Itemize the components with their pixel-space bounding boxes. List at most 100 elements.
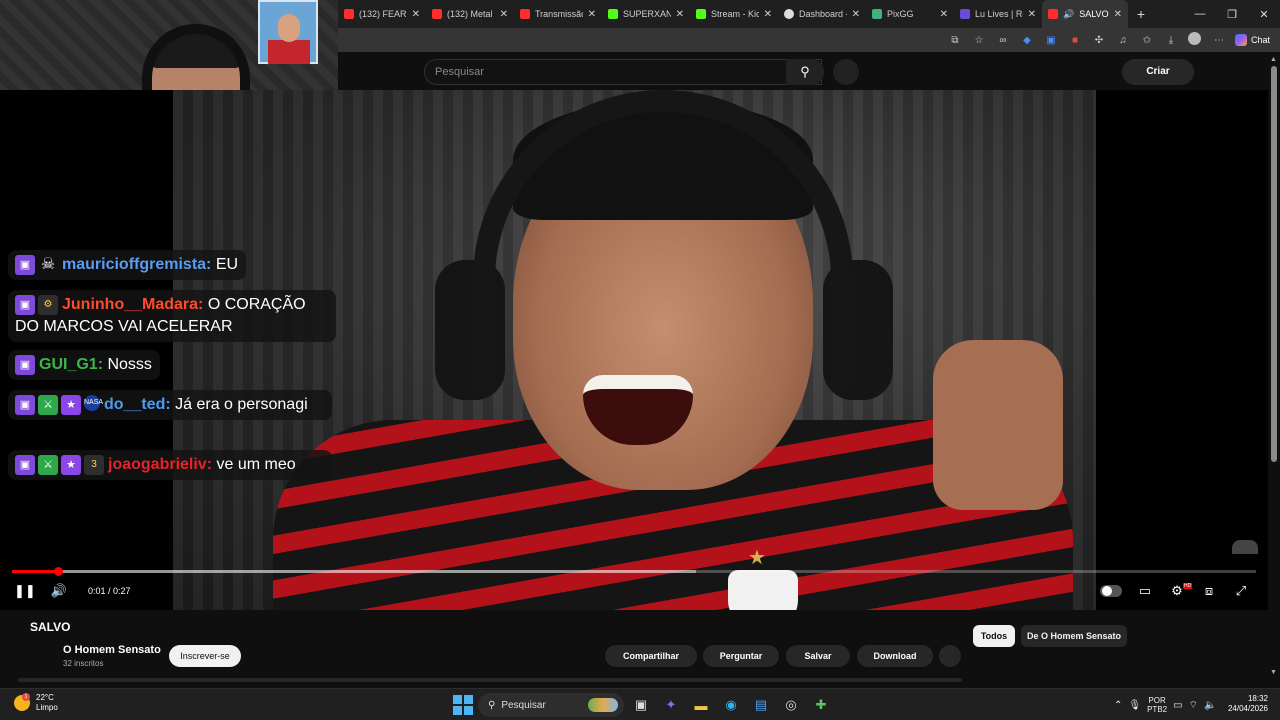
volume-button[interactable]: 🔊	[48, 580, 70, 602]
miniplayer-button[interactable]: ⧈	[1197, 580, 1221, 602]
channel-watermark[interactable]	[1232, 540, 1258, 554]
share-button[interactable]: Compartilhar	[605, 645, 697, 667]
save-button[interactable]: Salvar	[786, 645, 850, 667]
pause-button[interactable]: ❚❚	[14, 580, 36, 602]
task-view-icon[interactable]: ▣	[628, 693, 654, 717]
video-progress-bar[interactable]	[12, 567, 1256, 576]
subscribe-button[interactable]: Inscrever-se	[169, 645, 241, 667]
close-window-button[interactable]: ✕	[1248, 8, 1280, 21]
weather-widget[interactable]: 1 22°C Limpo	[14, 693, 58, 713]
more-options-icon[interactable]: ⋯	[1207, 35, 1231, 46]
microphone-icon[interactable]: 🎙	[1128, 700, 1141, 711]
browser-toolbar: ⧉ ☆ ∞ ◆ ▣ ■ ✣ ♫ ✩ ⤓ ⋯ Chat	[338, 28, 1280, 52]
sub-months-badge-icon: 3	[84, 454, 104, 475]
browser-tab[interactable]: Dashboard - L ✕	[778, 0, 866, 28]
voice-search-button[interactable]	[833, 59, 859, 85]
browser-tab[interactable]: Lu Lives | Rea ✕	[954, 0, 1042, 28]
chat-username: GUI_G1	[39, 356, 98, 373]
kick-favicon-icon	[696, 9, 706, 19]
youtube-header: Pesquisar ⚲ Criar	[338, 52, 1280, 90]
search-button[interactable]: ⚲	[786, 59, 824, 85]
close-tab-icon[interactable]: ✕	[500, 9, 508, 20]
scroll-down-icon[interactable]: ▼	[1270, 669, 1277, 676]
chat-username: mauricioffgremista	[62, 256, 207, 273]
close-tab-icon[interactable]: ✕	[412, 9, 420, 20]
channel-name[interactable]: O Homem Sensato	[63, 644, 161, 656]
tab-title: Stream - Kick	[711, 9, 759, 19]
fullscreen-button[interactable]: ⤢	[1229, 580, 1253, 602]
chip-from-channel[interactable]: De O Homem Sensato	[1021, 625, 1127, 647]
profile-avatar-icon[interactable]	[1183, 32, 1207, 48]
extensions-puzzle-icon[interactable]: ✣	[1087, 35, 1111, 46]
speaker-tray-icon[interactable]: 🔈	[1204, 700, 1216, 711]
extension-record-icon[interactable]: ■	[1063, 35, 1087, 46]
favorites-icon[interactable]: ✩	[1135, 35, 1159, 46]
browser-tab[interactable]: PixGG ✕	[866, 0, 954, 28]
obs-app-icon[interactable]: ◎	[778, 693, 804, 717]
twitch-badge-icon: ▣	[15, 294, 35, 315]
browser-tab[interactable]: (132) FEAR TH ✕	[338, 0, 426, 28]
chip-all[interactable]: Todos	[973, 625, 1015, 647]
network-icon[interactable]: ⌔	[1189, 699, 1198, 712]
scroll-up-icon[interactable]: ▲	[1270, 56, 1277, 63]
media-control-icon[interactable]: ♫	[1111, 35, 1135, 46]
file-explorer-icon[interactable]: ▬	[688, 693, 714, 717]
screenshot-icon[interactable]: ⧉	[943, 35, 967, 46]
club-crest	[728, 570, 798, 610]
taskbar-search[interactable]: ⚲ Pesquisar	[478, 693, 624, 717]
display-icon[interactable]: ▭	[1173, 700, 1182, 711]
create-button[interactable]: Criar	[1122, 59, 1194, 85]
copilot-chat-button[interactable]: Chat	[1231, 34, 1274, 46]
close-tab-icon[interactable]: ✕	[940, 9, 948, 20]
close-tab-icon[interactable]: ✕	[764, 9, 772, 20]
more-actions-button[interactable]	[939, 645, 961, 667]
edge-browser-icon[interactable]: ◉	[718, 693, 744, 717]
download-icon[interactable]: ⤓	[1159, 35, 1183, 46]
language-code: POR	[1148, 696, 1166, 705]
chat-message: ▣ ⚙ Juninho__Madara: O CORAÇÃO DO MARCOS…	[8, 290, 336, 342]
stream-chat-overlay: ▣ ☠ mauricioffgremista: EU ▣ ⚙ Juninho__…	[2, 150, 342, 480]
star-icon[interactable]: ☆	[967, 35, 991, 46]
chat-message: ▣ GUI_G1: Nosss	[8, 350, 160, 380]
gear-icon: ⚙	[1171, 583, 1183, 598]
autoplay-toggle[interactable]	[1100, 585, 1122, 597]
chat-label: Chat	[1250, 35, 1270, 45]
extension-translate-icon[interactable]: ▣	[1039, 35, 1063, 46]
speaker-icon[interactable]: 🔊	[1063, 9, 1074, 20]
search-input[interactable]: Pesquisar	[424, 59, 822, 85]
language-indicator[interactable]: POR PTB2	[1147, 696, 1167, 714]
start-button[interactable]	[452, 694, 474, 716]
streaming-app-icon[interactable]: ✚	[808, 693, 834, 717]
browser-tab[interactable]: Stream - Kick ✕	[690, 0, 778, 28]
browser-tab[interactable]: (132) Metal In ✕	[426, 0, 514, 28]
close-tab-icon[interactable]: ✕	[588, 9, 596, 20]
extension-glasses-icon[interactable]: ∞	[991, 35, 1015, 46]
download-button[interactable]: Download	[857, 645, 933, 667]
browser-tab[interactable]: Transmissão a ✕	[514, 0, 602, 28]
extension-shield-icon[interactable]: ◆	[1015, 35, 1039, 46]
maximize-button[interactable]: ❐	[1216, 8, 1248, 21]
close-tab-icon[interactable]: ✕	[1028, 9, 1036, 20]
page-scrollbar[interactable]: ▲ ▼	[1268, 52, 1280, 680]
browser-tab-active[interactable]: 🔊 SALVO - ✕	[1042, 0, 1128, 28]
close-tab-icon[interactable]: ✕	[852, 9, 860, 20]
tab-title: (132) Metal In	[447, 9, 495, 19]
tab-title: Lu Lives | Rea	[975, 9, 1023, 19]
close-tab-icon[interactable]: ✕	[1114, 9, 1122, 20]
page-bottom-strip	[18, 678, 962, 682]
scrubber-handle[interactable]	[54, 567, 64, 576]
subtitles-button[interactable]: ▭	[1133, 580, 1157, 602]
star-badge-icon: ★	[61, 394, 81, 415]
photos-app-icon[interactable]: ▤	[748, 693, 774, 717]
ask-button[interactable]: Perguntar	[703, 645, 779, 667]
chevron-up-icon[interactable]: ⌃	[1114, 700, 1122, 711]
youtube-favicon-icon	[520, 9, 530, 19]
copilot-app-icon[interactable]: ✦	[658, 693, 684, 717]
new-tab-button[interactable]: +	[1128, 6, 1154, 22]
minimize-button[interactable]: —	[1184, 8, 1216, 21]
system-clock[interactable]: 18:32 24/04/2026	[1222, 694, 1268, 714]
superman-poster	[258, 0, 318, 64]
browser-tab[interactable]: SUPERXANDA ✕	[602, 0, 690, 28]
close-tab-icon[interactable]: ✕	[676, 9, 684, 20]
scrollbar-thumb[interactable]	[1271, 66, 1277, 462]
